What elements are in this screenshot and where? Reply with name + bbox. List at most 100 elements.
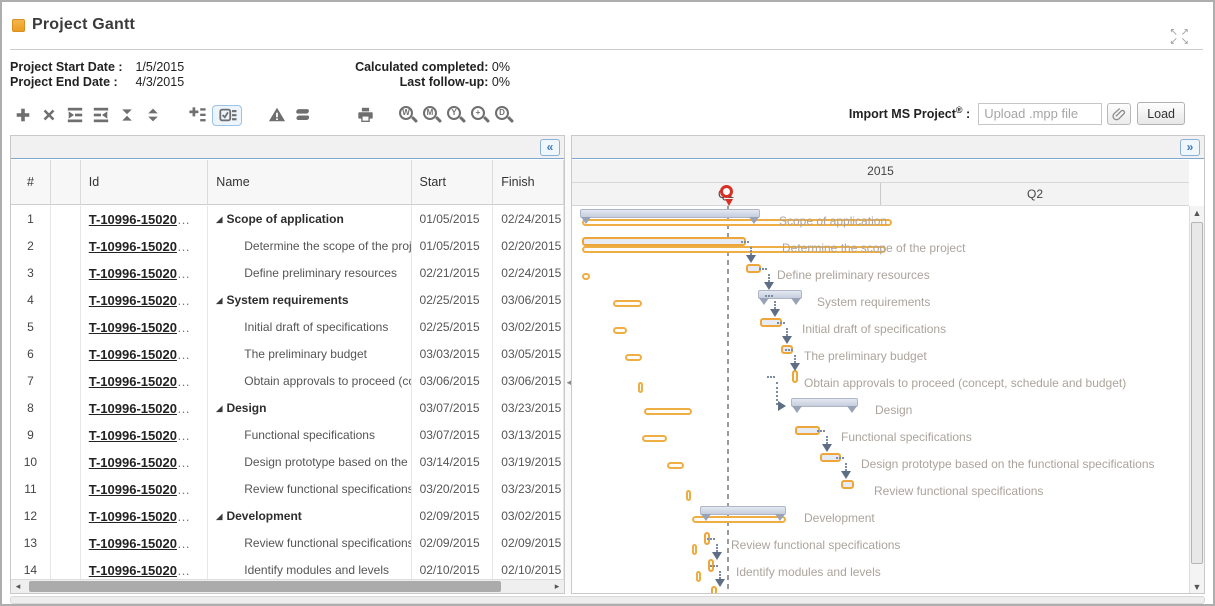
delete-task-icon[interactable] (38, 105, 60, 126)
expand-panel-button[interactable]: » (1180, 139, 1200, 156)
task-start-cell: 02/25/2015 (412, 287, 494, 314)
collapse-panel-button[interactable]: « (540, 139, 560, 156)
group-expander-icon[interactable]: ◢ (216, 404, 222, 413)
task-id-link[interactable]: T-10996-15020… (81, 449, 209, 476)
table-row[interactable]: 13T-10996-15020…Review functional specif… (11, 530, 564, 557)
task-finish-cell: 02/24/2015 (493, 206, 564, 233)
row-expander-cell (51, 476, 81, 503)
link-line (716, 544, 718, 552)
task-id-link[interactable]: T-10996-15020… (81, 206, 209, 233)
gantt-task-label: Initial draft of specifications (802, 322, 946, 336)
expand-all-icon[interactable] (142, 105, 164, 126)
task-id-ellipsis: … (177, 428, 190, 443)
task-name-cell: Define preliminary resources (208, 260, 411, 287)
scroll-right-icon[interactable]: ▸ (550, 580, 564, 593)
expand-window-icon[interactable]: ↖ ↗ ↙ ↘ (1169, 28, 1189, 46)
row-number-cell: 3 (11, 260, 51, 287)
task-id-link[interactable]: T-10996-15020… (81, 557, 209, 579)
table-row[interactable]: 4T-10996-15020…◢System requirements02/25… (11, 287, 564, 314)
task-start-cell: 03/14/2015 (412, 449, 494, 476)
group-expander-icon[interactable]: ◢ (216, 296, 222, 305)
table-header-cell[interactable] (51, 160, 81, 204)
table-row[interactable]: 9T-10996-15020…Functional specifications… (11, 422, 564, 449)
layers-icon[interactable] (292, 105, 314, 126)
task-start-cell: 03/07/2015 (412, 422, 494, 449)
link-elbow (777, 322, 785, 324)
zoom-year-icon[interactable]: Y (446, 105, 467, 126)
group-expander-icon[interactable]: ◢ (216, 215, 222, 224)
table-row[interactable]: 3 T-10996-15020…Define preliminary resour… (11, 260, 564, 287)
warning-icon[interactable] (266, 105, 288, 126)
table-row[interactable]: 11T-10996-15020…Review functional specif… (11, 476, 564, 503)
show-checklist-icon[interactable] (212, 105, 242, 126)
task-bar[interactable] (582, 237, 746, 246)
task-id-link[interactable]: T-10996-15020… (81, 260, 209, 287)
table-row[interactable]: 5T-10996-15020…Initial draft of specific… (11, 314, 564, 341)
link-line (794, 355, 796, 363)
link-elbow (836, 457, 844, 459)
add-task-icon[interactable] (12, 105, 34, 126)
table-row[interactable]: 7T-10996-15020…Obtain approvals to proce… (11, 368, 564, 395)
link-arrow-right (778, 401, 791, 411)
last-followup-label: Last follow-up: (400, 75, 489, 89)
task-id-link[interactable]: T-10996-15020… (81, 368, 209, 395)
vertical-scroll-thumb[interactable] (1191, 222, 1203, 564)
table-header-cell[interactable]: Start (412, 160, 494, 204)
task-id-link[interactable]: T-10996-15020… (81, 530, 209, 557)
gantt-task-label: Functional specifications (841, 430, 972, 444)
task-start-cell: 02/10/2015 (412, 557, 494, 579)
task-id-text: T-10996-15020 (89, 320, 177, 335)
collapse-all-icon[interactable] (116, 105, 138, 126)
load-button[interactable]: Load (1137, 102, 1185, 125)
task-start-cell: 03/03/2015 (412, 341, 494, 368)
group-expander-icon[interactable]: ◢ (216, 512, 222, 521)
summary-bar[interactable] (700, 506, 786, 515)
zoom-day-icon[interactable]: D (494, 105, 515, 126)
outdent-task-icon[interactable] (90, 105, 112, 126)
task-id-link[interactable]: T-10996-15020… (81, 287, 209, 314)
task-id-link[interactable]: T-10996-15020… (81, 341, 209, 368)
horizontal-scroll-thumb[interactable] (29, 581, 501, 592)
upload-mpp-input[interactable] (978, 103, 1102, 125)
task-id-link[interactable]: T-10996-15020… (81, 233, 209, 260)
row-number-cell: 5 (11, 314, 51, 341)
vertical-scrollbar[interactable]: ▲ ▼ (1189, 206, 1204, 594)
task-id-link[interactable]: T-10996-15020… (81, 476, 209, 503)
table-row[interactable]: 2T-10996-15020…Determine the scope of th… (11, 233, 564, 260)
task-id-link[interactable]: T-10996-15020… (81, 422, 209, 449)
table-header-cell[interactable]: Name (208, 160, 411, 204)
task-id-ellipsis: … (177, 239, 190, 254)
zoom-week-icon[interactable]: W (398, 105, 419, 126)
table-row[interactable]: 6T-10996-15020…The preliminary budget03/… (11, 341, 564, 368)
table-row[interactable]: 10T-10996-15020…Design prototype based o… (11, 449, 564, 476)
calculated-completed-label: Calculated completed: (355, 60, 488, 74)
scroll-down-icon[interactable]: ▼ (1190, 580, 1204, 594)
attach-file-button[interactable] (1107, 103, 1131, 125)
zoom-fit-icon[interactable]: + (470, 105, 491, 126)
timeline-q2-cell: Q2 (881, 183, 1189, 205)
print-icon[interactable] (354, 105, 376, 126)
summary-bar[interactable] (580, 209, 760, 218)
task-id-link[interactable]: T-10996-15020… (81, 503, 209, 530)
table-header-cell[interactable]: Id (81, 160, 209, 204)
table-header-cell[interactable]: # (11, 160, 51, 204)
project-start-date: Project Start Date : 1/5/2015 (10, 60, 184, 74)
table-row[interactable]: 12T-10996-15020…◢Development02/09/201503… (11, 503, 564, 530)
link-arrow-down (770, 309, 780, 322)
task-id-link[interactable]: T-10996-15020… (81, 314, 209, 341)
link-elbow (759, 268, 767, 270)
horizontal-scrollbar[interactable]: ◂ ▸ (11, 579, 564, 593)
indent-task-icon[interactable] (64, 105, 86, 126)
bottom-collapsed-bar[interactable] (10, 596, 1205, 604)
add-row-icon[interactable] (186, 105, 208, 126)
table-row[interactable]: 1T-10996-15020…◢Scope of application01/0… (11, 206, 564, 233)
row-number-cell: 6 (11, 341, 51, 368)
table-header-cell[interactable]: Finish (493, 160, 564, 204)
table-row[interactable]: 8T-10996-15020…◢Design03/07/201503/23/20… (11, 395, 564, 422)
zoom-month-icon[interactable]: M (422, 105, 443, 126)
table-row[interactable]: 14T-10996-15020…Identify modules and lev… (11, 557, 564, 579)
scroll-up-icon[interactable]: ▲ (1190, 206, 1204, 220)
task-id-link[interactable]: T-10996-15020… (81, 395, 209, 422)
scroll-left-icon[interactable]: ◂ (11, 580, 25, 593)
baseline-bar (686, 490, 691, 501)
